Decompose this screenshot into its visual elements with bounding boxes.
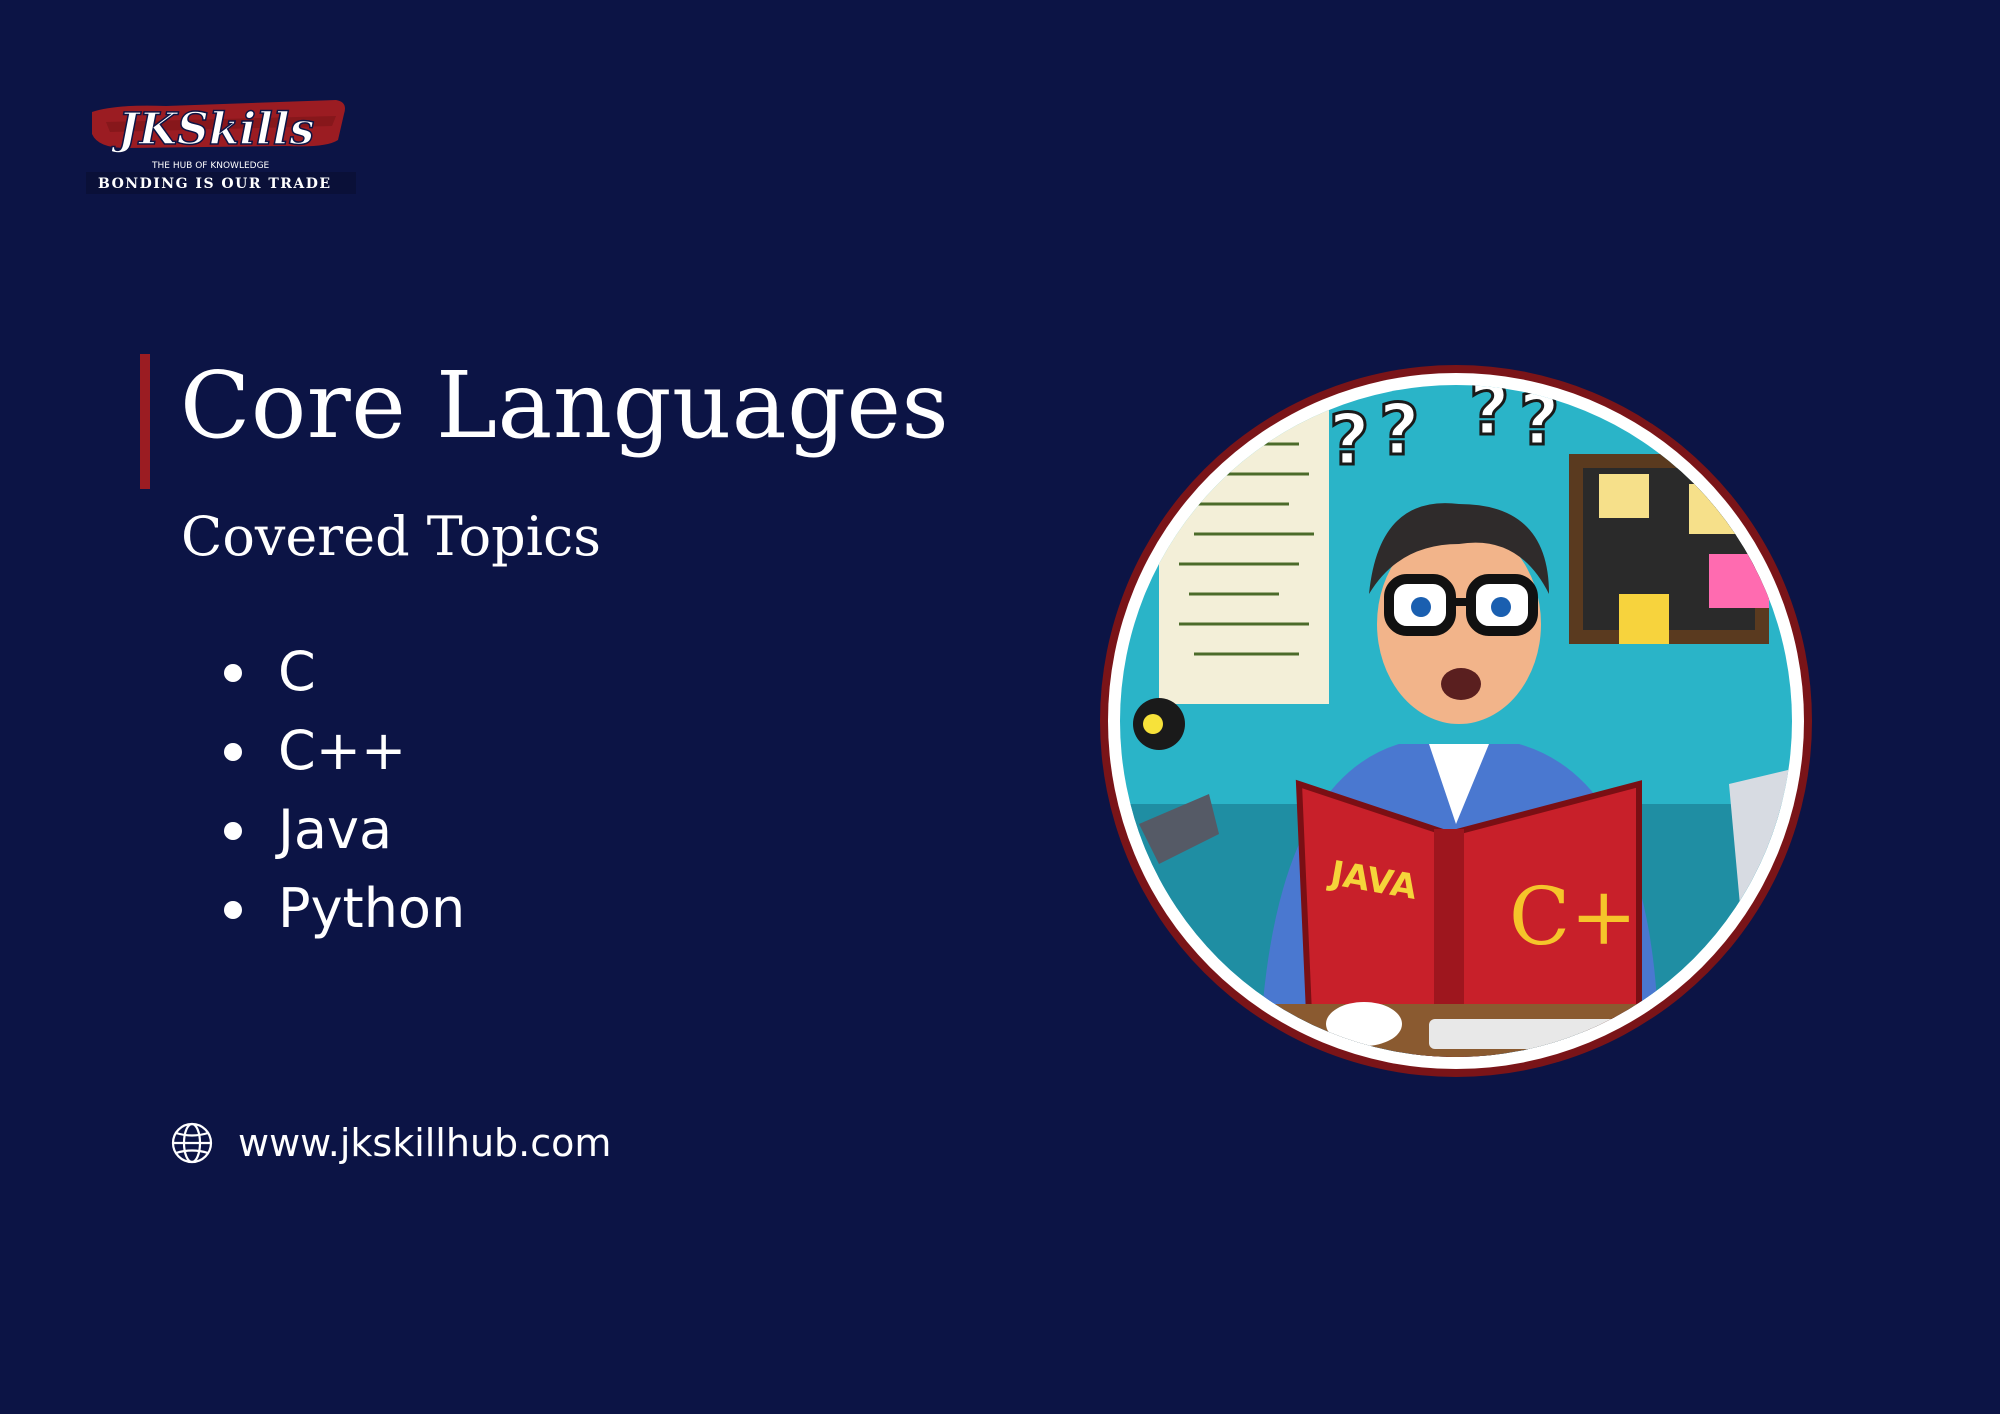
page-subtitle: Covered Topics <box>181 505 601 568</box>
bullet-icon <box>224 664 242 682</box>
bullet-icon <box>224 743 242 761</box>
topic-label: C++ <box>278 719 407 782</box>
list-item: Java <box>222 794 465 873</box>
svg-text:C+: C+ <box>1509 870 1637 963</box>
illustration: ?? ?? JAVA C+ <box>1099 364 1813 1078</box>
page-title: Core Languages <box>180 352 950 459</box>
topic-label: C <box>278 640 316 703</box>
list-item: Python <box>222 873 465 952</box>
website-url[interactable]: www.jkskillhub.com <box>238 1121 611 1165</box>
topic-label: Python <box>278 877 466 940</box>
svg-text:BONDING IS OUR TRADE: BONDING IS OUR TRADE <box>98 176 332 192</box>
website-link[interactable]: www.jkskillhub.com <box>170 1118 611 1168</box>
svg-text:JKSkills: JKSkills <box>111 104 314 155</box>
logo-graphic: JKSkills THE HUB OF KNOWLEDGE BONDING IS… <box>86 100 356 194</box>
list-item: C++ <box>222 715 465 794</box>
list-item: C <box>222 636 465 715</box>
topic-label: Java <box>278 798 393 861</box>
svg-text:?: ? <box>1379 389 1420 471</box>
svg-text:THE HUB OF KNOWLEDGE: THE HUB OF KNOWLEDGE <box>151 161 270 171</box>
bullet-icon <box>224 822 242 840</box>
globe-icon <box>171 1122 213 1164</box>
brand-logo: JKSkills THE HUB OF KNOWLEDGE BONDING IS… <box>86 82 356 197</box>
bullet-icon <box>224 901 242 919</box>
topics-list: C C++ Java Python <box>222 636 465 952</box>
accent-bar <box>140 354 150 489</box>
programmer-illustration: ?? ?? JAVA C+ <box>1100 365 1812 1077</box>
svg-text:?: ? <box>1329 399 1370 481</box>
